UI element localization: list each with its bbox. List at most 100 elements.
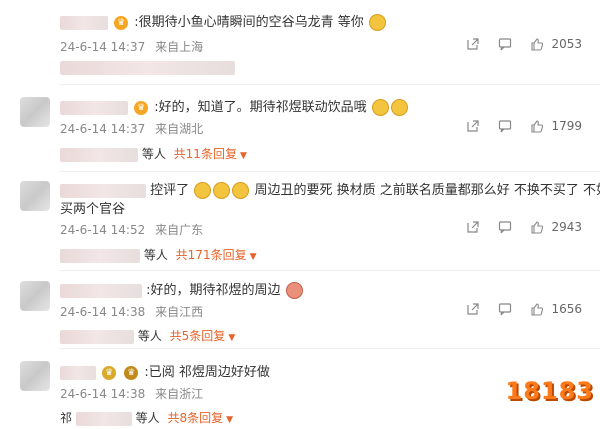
- comment-date: 24-6-14 14:52: [60, 223, 146, 237]
- comment-date: 24-6-14 14:37: [60, 122, 146, 136]
- avatar[interactable]: [20, 97, 50, 127]
- comment-date: 24-6-14 14:37: [60, 40, 146, 54]
- view-replies-link[interactable]: 共5条回复: [170, 329, 226, 343]
- comment-location: 来自上海: [155, 40, 204, 54]
- watermark-logo: 18183: [502, 377, 594, 423]
- like-count: 2053: [551, 36, 582, 51]
- comment-text: :好的，知道了。期待祁煜联动饮品哦: [154, 100, 367, 115]
- comment-item: :好的，期待祁煜的周边 24-6-14 14:38 来自江西 1656 等人 共…: [0, 271, 600, 349]
- reply-summary[interactable]: 祁 等人 共8条回复 ▼: [60, 409, 233, 426]
- blurred-username[interactable]: [60, 100, 128, 115]
- comment-date: 24-6-14 14:38: [60, 305, 146, 319]
- like-button[interactable]: 1799: [530, 118, 582, 133]
- caret-down-icon: ▼: [249, 252, 257, 262]
- blurred-repliers: [75, 411, 132, 426]
- repliers-label: 等人: [135, 411, 160, 425]
- vip-badge-icon: ♛: [134, 100, 149, 115]
- blurred-content: [60, 60, 235, 75]
- level-badge-icon: ♛: [124, 365, 139, 380]
- comment-meta: 24-6-14 14:52 来自广东: [60, 221, 203, 238]
- reply-summary[interactable]: 等人 共171条回复 ▼: [60, 246, 257, 263]
- thumbs-up-icon: [531, 38, 543, 51]
- blurred-row: [60, 60, 235, 75]
- vip-badge-icon: ♛: [114, 15, 129, 30]
- comment-text-wrap: 买两个官谷: [60, 202, 126, 217]
- comment-meta: 24-6-14 14:37 来自上海: [60, 38, 203, 55]
- comment-location: 来自浙江: [155, 387, 204, 401]
- share-icon[interactable]: [466, 301, 480, 316]
- like-count: 1799: [551, 118, 582, 133]
- comment-text-line: 控评了 周边丑的要死 换材质 之前联名质量都那么好 不换不买了 不如多: [60, 179, 600, 199]
- comment-text: 控评了: [150, 183, 190, 198]
- emoji-icon: [194, 182, 212, 199]
- emoji-icon: [285, 282, 303, 299]
- view-replies-link[interactable]: 共8条回复: [168, 411, 224, 425]
- comment-meta: 24-6-14 14:38 来自浙江: [60, 385, 203, 402]
- repliers-label: 等人: [141, 147, 166, 161]
- comment-icon[interactable]: [498, 301, 512, 316]
- blurred-username[interactable]: [60, 283, 142, 298]
- like-button[interactable]: 1656: [530, 301, 582, 316]
- avatar[interactable]: [20, 281, 50, 311]
- comment-text-continued: 周边丑的要死 换材质 之前联名质量都那么好 不换不买了 不如多: [254, 183, 600, 198]
- comment-icon[interactable]: [498, 219, 512, 234]
- like-count: 1656: [551, 301, 582, 316]
- like-count: 2943: [551, 219, 582, 234]
- comment-actions: 1656: [452, 301, 582, 316]
- blurred-username[interactable]: [60, 183, 146, 198]
- share-icon[interactable]: [466, 219, 480, 234]
- comment-meta: 24-6-14 14:38 来自江西: [60, 303, 203, 320]
- comment-text-line-2: 买两个官谷: [60, 198, 125, 217]
- comment-icon[interactable]: [498, 118, 512, 133]
- avatar[interactable]: [20, 181, 50, 211]
- like-button[interactable]: 2053: [530, 36, 582, 51]
- comment-actions: 1799: [452, 118, 582, 133]
- crown-badge-icon: ♛: [102, 365, 117, 380]
- thumbs-up-icon: [531, 303, 543, 316]
- comment-text: :很期待小鱼心晴瞬间的空谷乌龙青 等你: [134, 15, 364, 30]
- caret-down-icon: ▼: [226, 415, 234, 425]
- emoji-icon: [213, 182, 231, 199]
- caret-down-icon: ▼: [228, 333, 236, 343]
- share-icon[interactable]: [466, 118, 480, 133]
- share-icon[interactable]: [466, 36, 480, 51]
- comment-actions: 2943: [452, 219, 582, 234]
- comment-location: 来自湖北: [155, 122, 204, 136]
- replier-prefix: 祁: [60, 411, 73, 425]
- watermark-text: 18183: [505, 377, 594, 405]
- blurred-repliers: [60, 248, 140, 263]
- comment-text: :已阅 祁煜周边好好做: [144, 365, 270, 380]
- comment-location: 来自江西: [155, 305, 204, 319]
- emoji-icon: [232, 182, 250, 199]
- comment-text-line: :好的，期待祁煜的周边: [60, 279, 304, 299]
- comment-meta: 24-6-14 14:37 来自湖北: [60, 120, 203, 137]
- blurred-username[interactable]: [60, 365, 96, 380]
- reply-summary[interactable]: 等人 共5条回复 ▼: [60, 327, 235, 344]
- repliers-label: 等人: [143, 248, 168, 262]
- thumbs-up-icon: [531, 221, 543, 234]
- blurred-repliers: [60, 329, 134, 344]
- emoji-icon: [371, 99, 389, 116]
- comment-text-line: ♛ :好的，知道了。期待祁煜联动饮品哦: [60, 96, 409, 116]
- comment-text-line: ♛ ♛ :已阅 祁煜周边好好做: [60, 361, 270, 380]
- blurred-repliers: [60, 147, 138, 162]
- repliers-label: 等人: [137, 329, 162, 343]
- view-replies-link[interactable]: 共171条回复: [176, 248, 247, 262]
- sunglasses-emoji-icon: [368, 14, 386, 31]
- comment-item: 控评了 周边丑的要死 换材质 之前联名质量都那么好 不换不买了 不如多 买两个官…: [0, 172, 600, 271]
- like-button[interactable]: 2943: [530, 219, 582, 234]
- view-replies-link[interactable]: 共11条回复: [174, 147, 237, 161]
- reply-summary[interactable]: 等人 共11条回复 ▼: [60, 145, 247, 162]
- comment-item: ♛ :很期待小鱼心晴瞬间的空谷乌龙青 等你 24-6-14 14:37 来自上海…: [0, 0, 600, 85]
- comment-location: 来自广东: [155, 223, 204, 237]
- comment-icon[interactable]: [498, 36, 512, 51]
- comment-date: 24-6-14 14:38: [60, 387, 146, 401]
- comment-item: ♛ :好的，知道了。期待祁煜联动饮品哦 24-6-14 14:37 来自湖北 1…: [0, 85, 600, 172]
- thumbs-up-icon: [531, 120, 543, 133]
- comment-text: :好的，期待祁煜的周边: [146, 283, 281, 298]
- comment-actions: 2053: [452, 36, 582, 51]
- avatar[interactable]: [20, 361, 50, 391]
- comment-text-line: ♛ :很期待小鱼心晴瞬间的空谷乌龙青 等你: [60, 11, 387, 31]
- blurred-username[interactable]: [60, 15, 108, 30]
- caret-down-icon: ▼: [239, 151, 247, 161]
